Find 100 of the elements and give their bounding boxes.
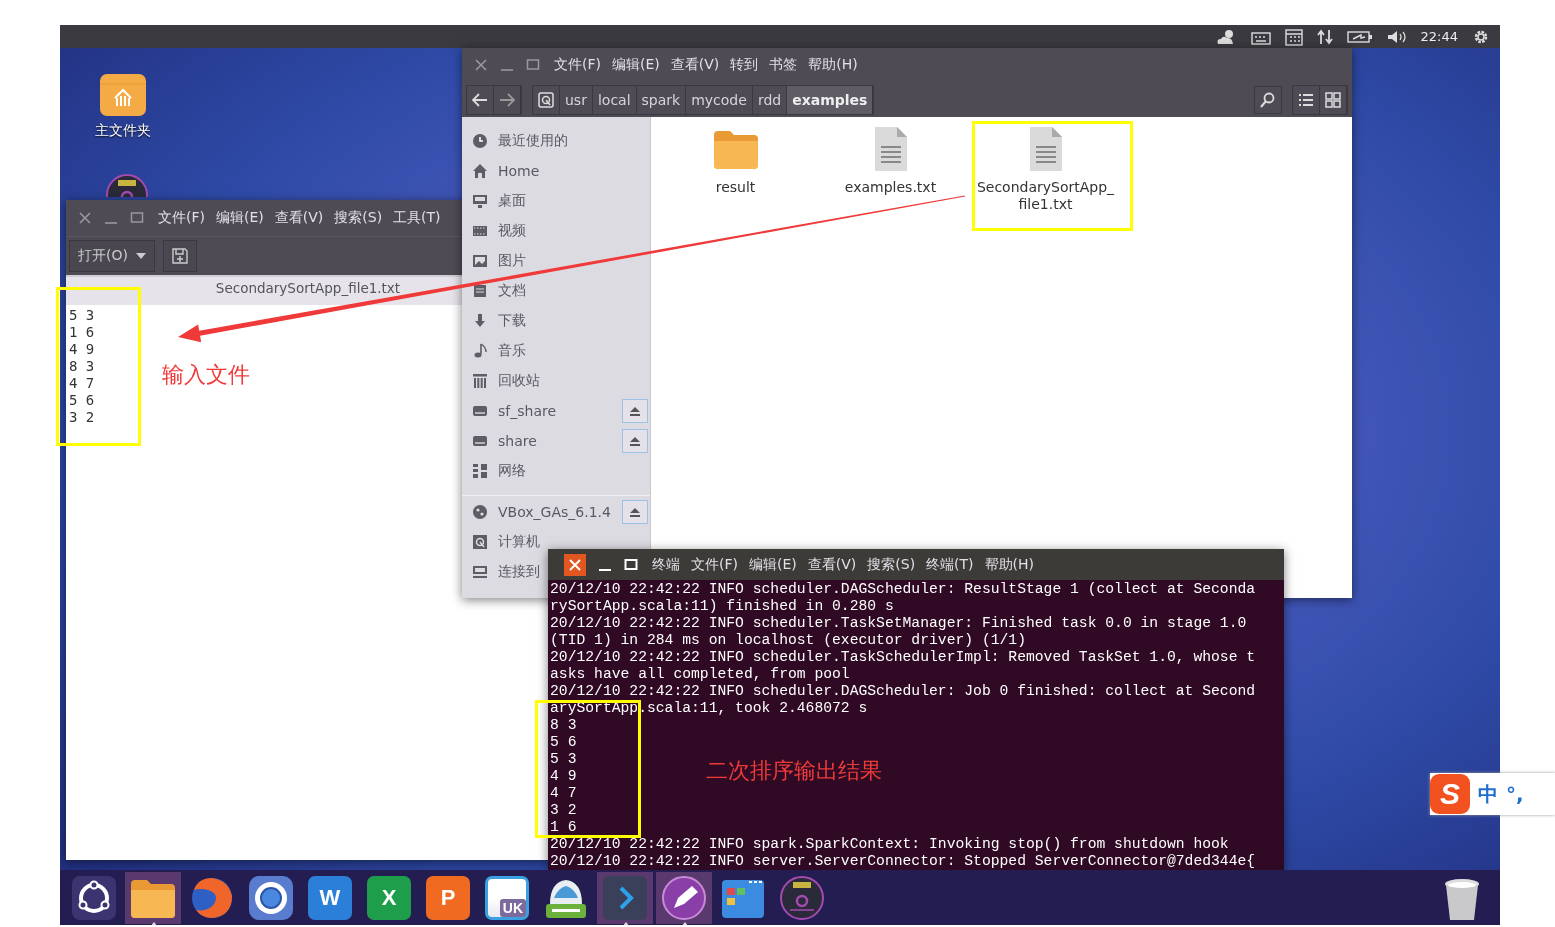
grid-icon <box>1325 91 1341 108</box>
sidebar-label: Home <box>498 163 540 179</box>
sidebar-item[interactable]: 连接到 <box>462 557 542 587</box>
menu-item[interactable]: 工具(T) <box>393 209 441 227</box>
trash-icon <box>472 373 488 389</box>
sidebar-item[interactable]: sf_share <box>462 396 650 426</box>
menu-item[interactable]: 搜索(S) <box>867 555 916 574</box>
icon-label: 主文件夹 <box>95 122 151 140</box>
app-tile: X <box>367 875 411 920</box>
app-tile: W <box>308 875 352 920</box>
terminal-line: 1 6 <box>550 819 577 836</box>
network-arrows-icon[interactable] <box>1316 28 1333 45</box>
picture-icon <box>472 253 488 269</box>
text-line: 1 6 <box>69 324 95 341</box>
search-button[interactable] <box>1254 85 1282 114</box>
tab-title[interactable]: SecondarySortApp_file1.txt <box>215 280 401 296</box>
eject-icon <box>629 436 641 446</box>
drive-icon <box>472 403 488 419</box>
sidebar-label: 图片 <box>498 252 526 270</box>
sidebar-label: 下载 <box>498 312 526 330</box>
save-icon <box>171 248 188 264</box>
annotation-label: 二次排序输出结果 <box>706 757 882 785</box>
ime-mode[interactable]: 中 <box>1478 780 1498 808</box>
terminal-line: 8 3 <box>550 717 577 734</box>
drive-icon <box>538 91 554 108</box>
music-note-icon <box>472 343 488 359</box>
path-button[interactable]: examples <box>787 85 874 114</box>
sidebar-item[interactable]: 网络 <box>462 456 528 486</box>
ime-punctuation[interactable]: °, <box>1506 782 1524 806</box>
sidebar-label: 网络 <box>498 462 526 480</box>
disc-icon <box>472 504 488 520</box>
close-button[interactable] <box>564 553 586 576</box>
terminal-line: 4 7 <box>550 785 577 802</box>
sidebar-item[interactable]: 下载 <box>462 306 528 336</box>
sidebar-item[interactable]: 视频 <box>462 216 528 246</box>
menu-item[interactable]: 帮助(H) <box>808 56 858 74</box>
menu-item[interactable]: 文件(F) <box>554 56 601 74</box>
volume-icon[interactable] <box>1386 28 1407 45</box>
menu-item[interactable]: 查看(V) <box>274 209 324 227</box>
terminal-line: 20/12/10 22:42:22 INFO scheduler.TaskSchedulerImpl: Removed TaskSet 1.0, whose t <box>550 649 1256 666</box>
dock-item[interactable] <box>656 871 712 924</box>
file-name: result <box>715 179 756 196</box>
pencil-icon <box>660 873 708 922</box>
ime-logo[interactable]: S <box>1430 774 1470 814</box>
save-button[interactable] <box>162 240 197 272</box>
close-icon[interactable] <box>474 58 488 72</box>
menu-item[interactable]: 文件(F) <box>691 555 738 574</box>
clock-icon <box>472 133 488 149</box>
house-icon <box>472 163 488 179</box>
sidebar-item[interactable]: 桌面 <box>462 186 528 216</box>
sidebar-item[interactable]: 回收站 <box>462 366 542 396</box>
sidebar-item[interactable]: 音乐 <box>462 336 528 366</box>
sidebar-item[interactable]: 计算机 <box>462 527 542 557</box>
home-folder-icon[interactable] <box>99 72 147 118</box>
sidebar-item[interactable]: 文档 <box>462 276 528 306</box>
menu-item[interactable]: 编辑(E) <box>612 56 660 74</box>
disc-icon <box>778 873 826 922</box>
menu-item[interactable]: 查看(V) <box>807 555 857 574</box>
browser-icon <box>247 873 295 922</box>
eject-button[interactable] <box>622 399 648 423</box>
sidebar-label: 最近使用的 <box>498 132 568 150</box>
sidebar-item[interactable]: VBox_GAs_6.1.4 <box>462 497 650 527</box>
menu-item[interactable]: 查看(V) <box>670 56 720 74</box>
text-line: 4 9 <box>69 341 95 358</box>
eject-button[interactable] <box>622 429 648 453</box>
sidebar-label: VBox_GAs_6.1.4 <box>498 504 612 520</box>
chevron-icon <box>601 873 649 922</box>
terminal-line: 3 2 <box>550 802 577 819</box>
dock-item[interactable]: P <box>420 871 476 924</box>
menu-item[interactable]: 终端 <box>652 555 680 574</box>
menu-item[interactable]: 终端(T) <box>926 555 974 574</box>
sidebar-item[interactable]: 最近使用的 <box>462 126 570 156</box>
maximize-icon[interactable] <box>624 557 638 572</box>
eject-button[interactable] <box>622 500 648 524</box>
network-server-icon <box>472 564 488 580</box>
menu-item[interactable]: 搜索(S) <box>334 209 383 227</box>
calendar-icon[interactable] <box>1284 27 1303 46</box>
menu-item[interactable]: 书签 <box>769 56 798 74</box>
list-icon <box>1298 91 1314 108</box>
dock-item[interactable]: X <box>361 871 417 924</box>
clock[interactable]: 22:44 <box>1420 29 1458 44</box>
terminal-line: 20/12/10 22:42:22 INFO scheduler.TaskSetManager: Finished task 0.0 in stage 1.0 <box>550 615 1247 632</box>
open-button[interactable]: 打开(O) <box>69 240 155 272</box>
menu-item[interactable]: 转到 <box>730 56 759 74</box>
battery-icon[interactable] <box>1346 29 1373 44</box>
annotation-label: 输入文件 <box>162 361 250 389</box>
terminal-line: 20/12/10 22:42:22 INFO spark.SparkContext: Invoking stop() from shutdown hook <box>550 836 1229 853</box>
menu-item[interactable]: 文件(F) <box>158 209 205 227</box>
menu-item[interactable]: 编辑(E) <box>216 209 264 227</box>
sidebar-label: 回收站 <box>498 372 540 390</box>
sidebar-item[interactable]: Home <box>462 156 542 186</box>
sidebar-item[interactable]: 图片 <box>462 246 528 276</box>
menu-item[interactable]: 编辑(E) <box>749 555 797 574</box>
network-icon <box>472 463 488 479</box>
sidebar-item[interactable]: share <box>462 426 650 456</box>
terminal-line: asks have all completed, from pool <box>550 666 850 683</box>
dock-item[interactable]: UK <box>479 871 535 924</box>
menu-item[interactable]: 帮助(H) <box>984 555 1035 574</box>
close-icon[interactable] <box>78 211 92 225</box>
dock-item[interactable]: W <box>302 871 358 924</box>
